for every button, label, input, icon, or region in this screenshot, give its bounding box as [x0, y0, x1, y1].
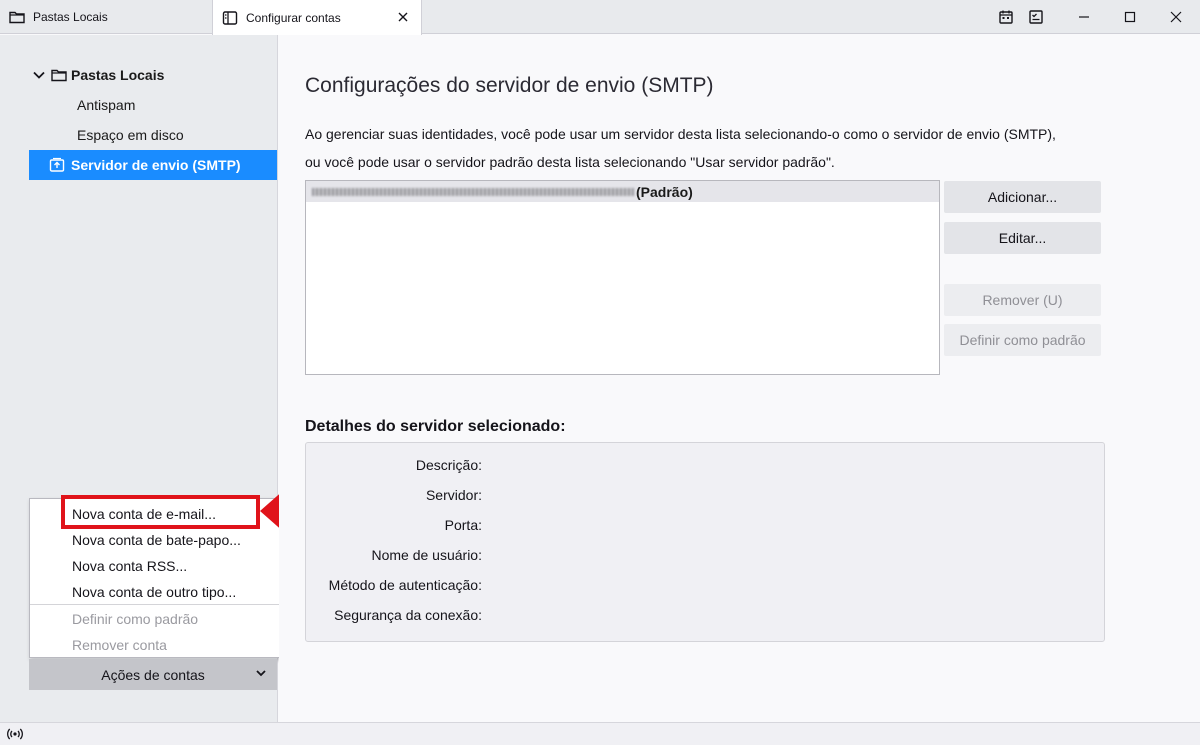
add-server-button[interactable]: Adicionar... [944, 181, 1101, 213]
settings-page-icon [222, 10, 238, 26]
tab-configurar-contas[interactable]: Configurar contas [212, 0, 422, 35]
sidebar-item-antispam[interactable]: Antispam [29, 90, 277, 120]
page-description: Ao gerenciar suas identidades, você pode… [305, 120, 1125, 176]
chevron-down-icon[interactable] [33, 71, 47, 79]
folder-icon [51, 68, 67, 82]
close-icon[interactable] [1158, 0, 1194, 34]
sidebar-item-label: Servidor de envio (SMTP) [71, 157, 241, 173]
server-list-item[interactable]: (Padrão) [306, 181, 939, 202]
tab-bar: Pastas Locais Configurar contas [0, 0, 1200, 35]
detail-label-username: Nome de usuário: [371, 547, 482, 563]
detail-label-server: Servidor: [425, 487, 482, 503]
tasks-icon[interactable] [1018, 0, 1054, 34]
maximize-icon[interactable] [1112, 0, 1148, 34]
set-default-server-button[interactable]: Definir como padrão [944, 324, 1101, 356]
redacted-server-name [312, 187, 634, 196]
server-details-labels: Descrição: Servidor: Porta: Nome de usuá… [300, 442, 482, 642]
detail-label-port: Porta: [444, 517, 482, 533]
sidebar-item-label: Espaço em disco [77, 127, 184, 143]
chevron-down-icon [255, 667, 267, 679]
smtp-server-list[interactable]: (Padrão) [305, 180, 940, 375]
sidebar-item-disk-space[interactable]: Espaço em disco [29, 120, 277, 150]
menu-item-label: Nova conta de outro tipo... [72, 584, 237, 600]
menu-item-set-default: Definir como padrão [30, 606, 316, 632]
default-tag: (Padrão) [636, 183, 693, 200]
outgoing-server-icon [49, 157, 65, 173]
description-line-2: ou você pode usar o servidor padrão dest… [305, 154, 835, 170]
menu-item-label: Definir como padrão [72, 611, 199, 627]
details-title: Detalhes do servidor selecionado: [305, 418, 566, 435]
minimize-icon[interactable] [1066, 0, 1102, 34]
page-title: Configurações do servidor de envio (SMTP… [305, 74, 714, 97]
status-bar [0, 722, 1200, 745]
online-status-icon[interactable] [7, 727, 23, 741]
account-name: Pastas Locais [71, 67, 165, 83]
account-tree-root[interactable]: Pastas Locais [33, 60, 281, 90]
remove-server-button[interactable]: Remover (U) [944, 284, 1101, 316]
detail-label-connection-security: Segurança da conexão: [334, 607, 482, 623]
sidebar-item-smtp[interactable]: Servidor de envio (SMTP) [29, 150, 277, 180]
tab-label: Configurar contas [246, 10, 341, 25]
menu-item-new-other-account[interactable]: Nova conta de outro tipo... [30, 579, 316, 605]
menu-item-remove-account: Remover conta [30, 632, 316, 658]
tab-close-icon[interactable] [395, 9, 411, 25]
detail-label-description: Descrição: [415, 457, 482, 473]
menu-item-label: Remover conta [72, 637, 167, 653]
account-actions-label: Ações de contas [101, 666, 205, 683]
menu-separator [30, 604, 316, 605]
folder-icon [9, 9, 25, 25]
menu-item-label: Nova conta de bate-papo... [72, 532, 241, 548]
tab-label: Pastas Locais [33, 10, 108, 24]
account-actions-button[interactable]: Ações de contas [29, 659, 277, 690]
sidebar-item-label: Antispam [77, 97, 136, 113]
detail-label-auth-method: Método de autenticação: [328, 577, 482, 593]
menu-item-new-rss-account[interactable]: Nova conta RSS... [30, 553, 316, 579]
edit-server-button[interactable]: Editar... [944, 222, 1101, 254]
menu-item-label: Nova conta RSS... [72, 558, 188, 574]
tab-pastas-locais[interactable]: Pastas Locais [0, 0, 212, 34]
highlight-annotation-box [61, 495, 260, 529]
description-line-1: Ao gerenciar suas identidades, você pode… [305, 126, 1056, 142]
